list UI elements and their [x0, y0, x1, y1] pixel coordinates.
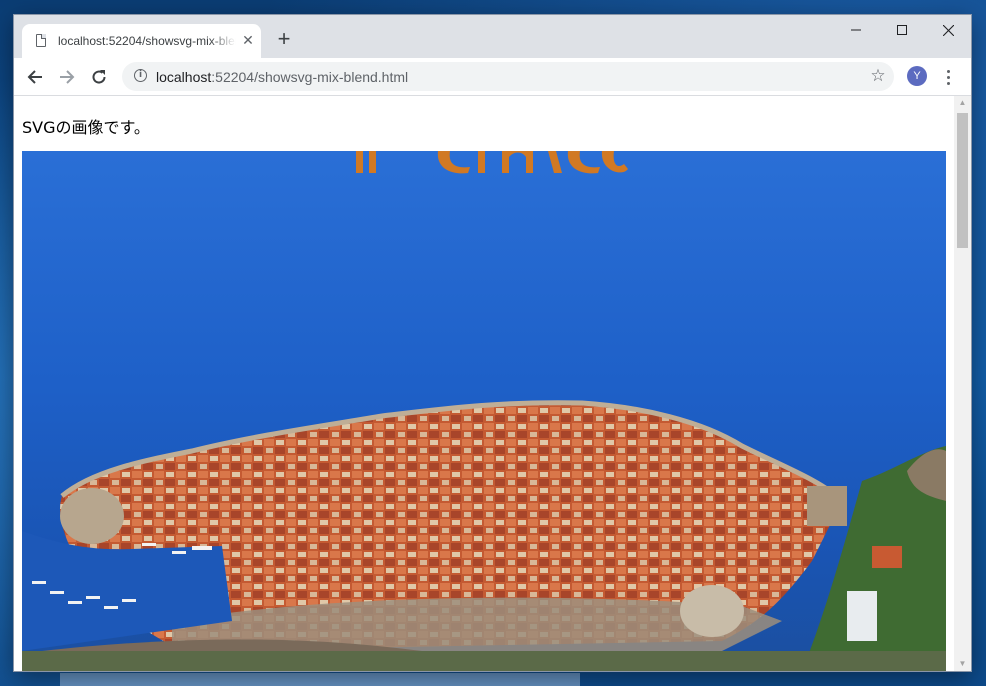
tab-strip: localhost:52204/showsvg-mix-blend.html ✕… [14, 15, 971, 58]
page-icon [36, 34, 46, 47]
reload-icon [92, 70, 106, 84]
fort-right [807, 486, 847, 526]
forward-button[interactable] [53, 63, 81, 91]
page-text: SVGの画像です。 [22, 118, 150, 137]
foreground-road [22, 651, 946, 671]
info-icon[interactable]: i [134, 69, 147, 82]
red-roof-building [872, 546, 902, 568]
scroll-up-arrow-icon[interactable]: ▲ [954, 96, 971, 110]
close-button[interactable] [925, 15, 971, 45]
svg-image [22, 151, 946, 671]
kebab-menu-icon[interactable] [940, 66, 956, 88]
back-button[interactable] [21, 63, 49, 91]
minimize-button[interactable] [833, 15, 879, 45]
star-icon[interactable]: ☆ [868, 66, 888, 86]
close-icon [942, 24, 954, 36]
active-tab[interactable]: localhost:52204/showsvg-mix-blend.html ✕ [22, 24, 261, 58]
reload-button[interactable] [85, 63, 113, 91]
scroll-down-arrow-icon[interactable]: ▼ [954, 657, 971, 671]
fort-left [60, 488, 124, 544]
arrow-right-icon [60, 70, 75, 84]
browser-toolbar: i localhost:52204/showsvg-mix-blend.html… [14, 58, 971, 96]
url-path: :52204/showsvg-mix-blend.html [211, 69, 409, 85]
arrow-left-icon [27, 70, 42, 84]
tab-title: localhost:52204/showsvg-mix-blend.html [58, 34, 236, 48]
vertical-scrollbar[interactable]: ▲ ▼ [954, 96, 971, 671]
fort-minceta [680, 585, 744, 637]
desktop-taskbar-peek [60, 673, 580, 686]
address-bar[interactable]: i localhost:52204/showsvg-mix-blend.html… [122, 62, 894, 91]
maximize-button[interactable] [879, 15, 925, 45]
browser-window: localhost:52204/showsvg-mix-blend.html ✕… [14, 15, 971, 671]
profile-avatar[interactable]: Y [907, 66, 927, 86]
maximize-icon [897, 25, 907, 35]
page-viewport: SVGの画像です。 [14, 96, 954, 671]
url-host: localhost [156, 69, 212, 85]
dubrovnik-photo [22, 151, 946, 671]
minimize-icon [851, 29, 861, 31]
white-building [847, 591, 877, 641]
new-tab-button[interactable]: + [272, 28, 296, 52]
tab-close-icon[interactable]: ✕ [240, 32, 256, 48]
url-text: localhost:52204/showsvg-mix-blend.html [156, 69, 408, 85]
scroll-thumb[interactable] [957, 113, 968, 248]
